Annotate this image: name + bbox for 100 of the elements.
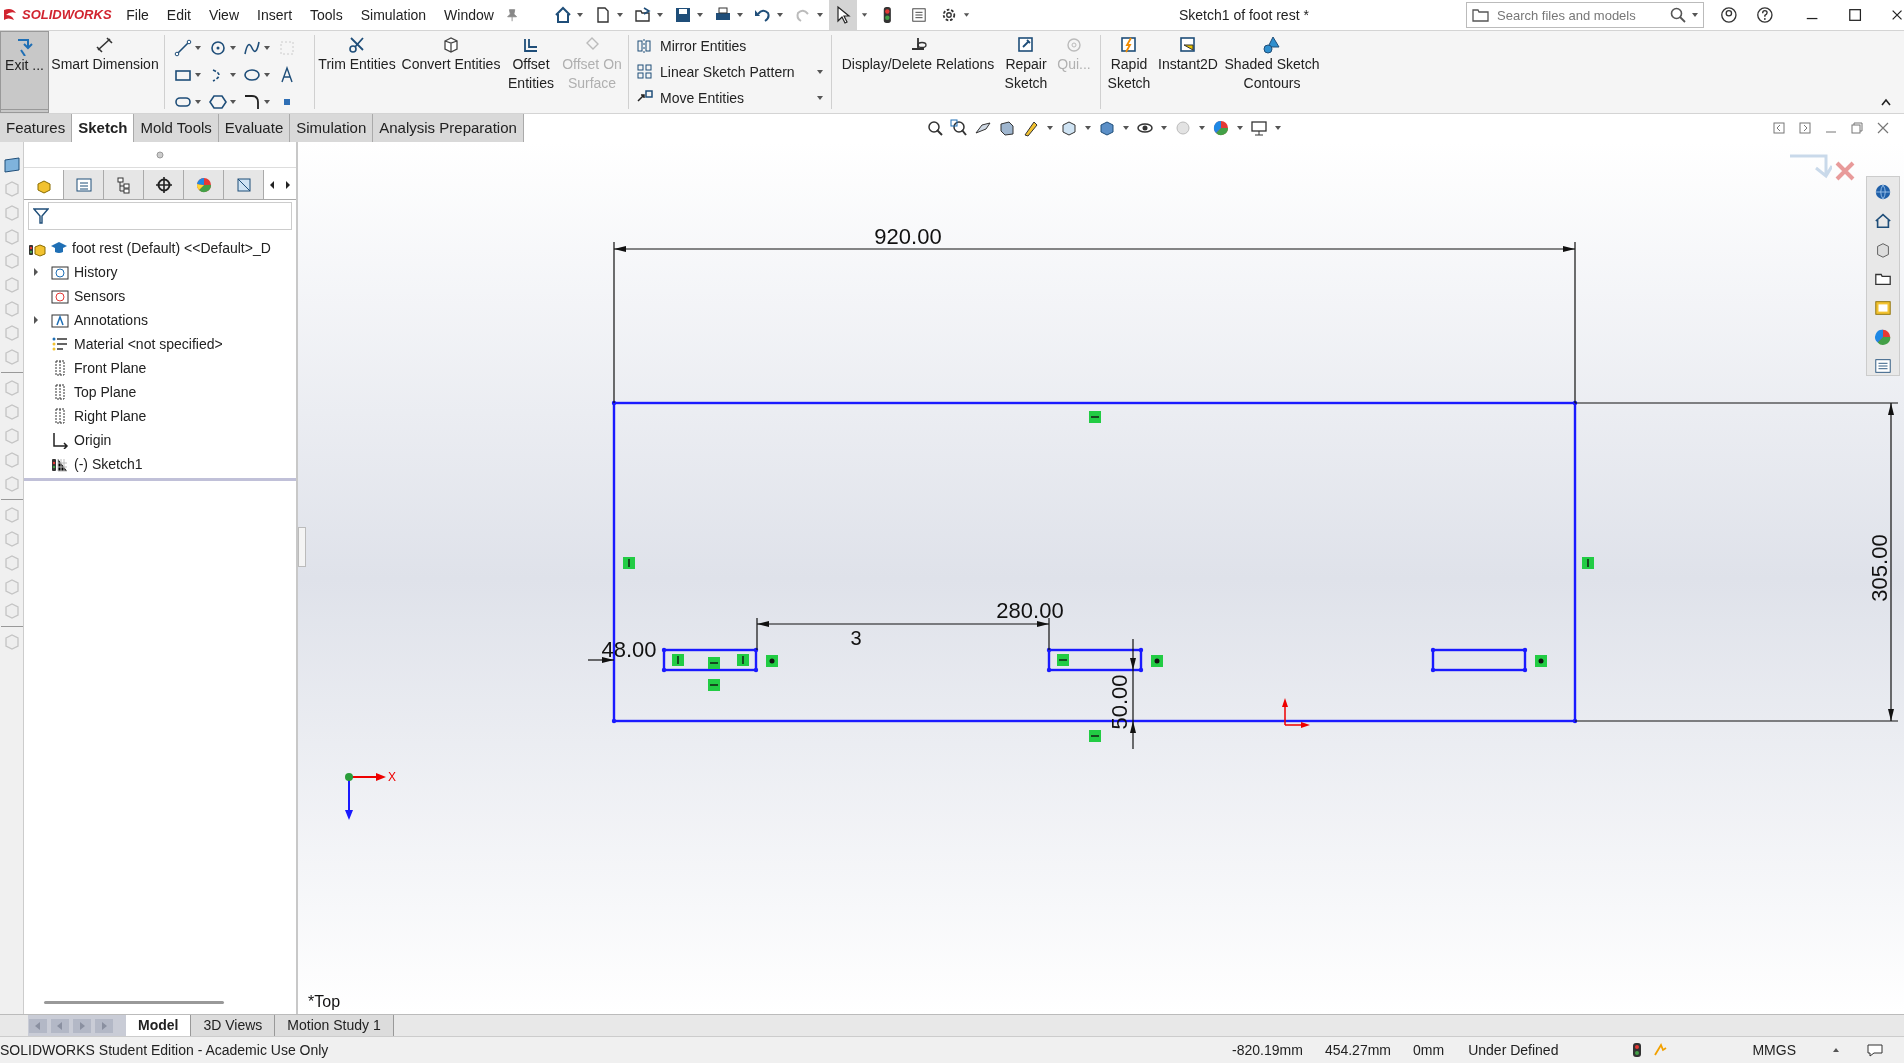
panel-tab[interactable] (144, 170, 184, 199)
relation-icon[interactable] (1089, 730, 1101, 742)
open-folder-icon[interactable] (634, 6, 653, 24)
dropdown-icon[interactable] (228, 71, 237, 79)
tree-item[interactable]: (-) Sketch1 (74, 453, 143, 475)
restore-icon[interactable] (1850, 121, 1864, 135)
menu-item[interactable]: Window (435, 0, 503, 30)
ribbon-button[interactable]: Shaded Sketch Contours (1222, 31, 1322, 113)
dropdown-icon[interactable] (861, 11, 869, 19)
ribbon-button[interactable]: Display/Delete Relations (835, 31, 1001, 113)
home-icon[interactable] (554, 6, 573, 24)
relation-icon[interactable] (708, 679, 720, 691)
dimension-text[interactable]: 3 (850, 628, 862, 648)
ribbon-tab[interactable]: Simulation (290, 114, 374, 142)
sketch-slot-rectangle[interactable] (1430, 647, 1528, 673)
maximize-icon[interactable] (1847, 7, 1862, 23)
tree-item[interactable]: Material <not specified> (74, 333, 223, 355)
search-icon[interactable] (1670, 7, 1686, 23)
tree-item[interactable]: Origin (74, 429, 112, 451)
tree-item[interactable]: Front Plane (74, 357, 147, 379)
relation-icon[interactable] (1057, 654, 1069, 666)
dropdown-icon[interactable] (1236, 124, 1244, 132)
expand-arrow-icon[interactable] (32, 315, 40, 325)
tree-root[interactable]: foot rest (Default) <<Default>_D (72, 237, 271, 259)
coincident-relation-icon[interactable] (766, 655, 778, 667)
dropdown-icon[interactable] (656, 11, 665, 19)
traffic-light-icon[interactable] (1632, 1042, 1643, 1058)
bottom-tab[interactable]: Model (126, 1015, 192, 1036)
settings-icon[interactable] (940, 6, 957, 24)
tree-item[interactable]: Right Plane (74, 405, 147, 427)
ribbon-button[interactable]: Instant2D (1154, 31, 1222, 113)
ribbon-tab[interactable]: Evaluate (218, 114, 291, 142)
collapse-icon[interactable] (1880, 97, 1892, 107)
dropdown-icon[interactable] (194, 43, 202, 52)
previous-view-icon[interactable] (974, 119, 992, 137)
properties-icon[interactable] (1873, 357, 1893, 375)
ribbon-tab[interactable]: Analysis Preparation (373, 114, 524, 142)
ribbon-button[interactable]: Rapid Sketch (1104, 31, 1154, 113)
dropdown-icon[interactable] (228, 43, 237, 52)
tree-item[interactable]: History (74, 261, 118, 283)
relation-icon[interactable] (708, 657, 720, 669)
dropdown-icon[interactable] (816, 68, 824, 76)
relation-icon[interactable] (737, 654, 749, 666)
dropdown-icon[interactable] (816, 94, 824, 102)
zoom-area-icon[interactable] (950, 119, 968, 137)
scene-icon[interactable] (1212, 119, 1230, 137)
splitter-handle-icon[interactable] (156, 150, 164, 159)
relation-icon[interactable] (623, 557, 635, 569)
help-icon[interactable] (1755, 5, 1774, 25)
menu-item[interactable]: Simulation (351, 0, 436, 30)
menu-item[interactable]: Edit (157, 0, 200, 30)
bottom-tab[interactable]: 3D Views (191, 1015, 276, 1036)
dimension-text[interactable]: 305.00 (1869, 534, 1891, 602)
feature-icon[interactable] (2, 156, 21, 174)
pin-icon[interactable] (504, 7, 520, 23)
dropdown-icon[interactable] (1691, 11, 1699, 19)
appearance-icon[interactable] (1873, 328, 1893, 346)
dropdown-icon[interactable] (776, 11, 785, 19)
fillet-icon[interactable] (243, 93, 261, 112)
tree-item[interactable]: Annotations (74, 309, 148, 331)
dropdown-icon[interactable] (576, 11, 585, 19)
ribbon-button[interactable]: Convert Entities (399, 31, 503, 113)
globe-icon[interactable] (1873, 183, 1893, 201)
menu-item[interactable]: Insert (248, 0, 302, 30)
ribbon-tab[interactable]: Features (0, 114, 73, 142)
menu-item[interactable]: Tools (301, 0, 352, 30)
tile-right-icon[interactable] (1798, 121, 1812, 135)
dropdown-icon[interactable] (816, 11, 825, 19)
dropdown-icon[interactable] (1046, 124, 1054, 132)
scrollbar[interactable] (44, 1001, 224, 1004)
pointer-icon[interactable] (834, 5, 853, 25)
relation-icon[interactable] (672, 654, 684, 666)
polygon-icon[interactable] (208, 93, 227, 112)
traffic-light-icon[interactable] (882, 5, 893, 25)
ribbon-button[interactable]: Mirror Entities (636, 35, 747, 57)
dropdown-icon[interactable] (1832, 1046, 1840, 1054)
relation-icon[interactable] (1582, 557, 1594, 569)
scroll-right-icon[interactable] (284, 179, 292, 190)
save-icon[interactable] (674, 6, 693, 24)
circle-icon[interactable] (208, 38, 227, 57)
message-icon[interactable] (1866, 1042, 1884, 1058)
dimension-text[interactable]: 280.00 (996, 600, 1064, 622)
dropdown-icon[interactable] (1084, 124, 1092, 132)
ribbon-button[interactable]: Linear Sketch Pattern (636, 61, 795, 83)
ellipse-icon[interactable] (243, 66, 261, 84)
ribbon-button[interactable]: Repair Sketch (1001, 31, 1051, 113)
ribbon-button[interactable]: Exit ... (0, 31, 49, 113)
dropdown-icon[interactable] (1160, 124, 1168, 132)
account-icon[interactable] (1720, 5, 1738, 25)
dropdown-icon[interactable] (263, 71, 271, 79)
menu-item[interactable]: View (199, 0, 248, 30)
list-icon[interactable] (910, 6, 927, 24)
dimension-text[interactable]: 50.00 (1109, 674, 1131, 730)
coincident-relation-icon[interactable] (1535, 655, 1547, 667)
dropdown-icon[interactable] (962, 11, 970, 19)
dropdown-icon[interactable] (263, 43, 271, 52)
sketch-slot-rectangle[interactable] (661, 647, 759, 673)
home-icon[interactable] (1873, 212, 1893, 230)
scroll-left-icon[interactable] (268, 179, 276, 190)
sketch-slot-rectangle[interactable] (1046, 647, 1144, 673)
